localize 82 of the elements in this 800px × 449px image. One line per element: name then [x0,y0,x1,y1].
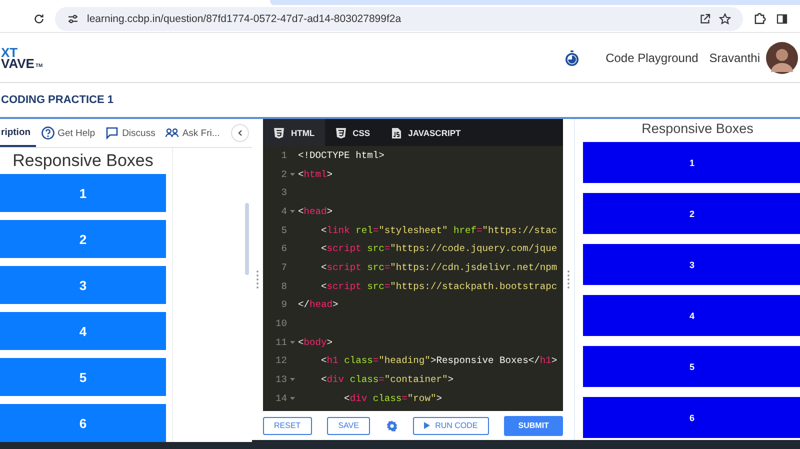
code-line: <link rel="stylesheet" href="https://stac [320,224,558,236]
drag-handle-icon[interactable] [567,270,570,290]
stopwatch-icon[interactable] [564,50,580,66]
code-line: <h1 class="heading">Responsive Boxes</h1> [320,355,558,366]
chevron-left-icon [236,129,244,137]
preview-heading: Responsive Boxes [12,150,154,172]
avatar[interactable] [766,42,798,74]
fold-icon[interactable] [290,377,295,382]
help-icon [40,126,55,140]
panel-tab[interactable]: Discuss [100,119,160,147]
line-number: 6 [280,243,287,254]
submit-button[interactable]: SUBMIT [504,416,563,436]
preview-box: 5 [0,358,166,396]
line-number: 10 [274,318,287,330]
preview-box: 3 [0,266,166,304]
fold-icon[interactable] [290,340,295,345]
editor-tab[interactable]: CSS [324,119,380,146]
editor-tab[interactable]: HTML [263,119,325,146]
line-number: 5 [280,224,287,236]
toolbar-button[interactable]: RESET [263,416,312,434]
js-file-icon [390,126,402,138]
line-number: 4 [280,206,287,217]
output-heading: Responsive Boxes [640,120,754,138]
url-text: learning.ccbp.in/question/87fd1774-0572-47d7-ad14-803027899f2a [87,12,402,24]
fold-icon[interactable] [290,208,295,214]
open-external-icon[interactable] [699,12,711,24]
preview-box: 2 [0,220,166,258]
line-number: 7 [280,262,287,273]
line-number: 9 [280,299,287,310]
output-box: 2 [583,193,800,234]
line-number: 11 [274,336,287,348]
run-code-button[interactable]: RUN CODE [413,416,489,434]
code-line: <div class="container"> [320,374,454,386]
line-number: 3 [280,187,287,198]
puzzle-icon[interactable] [753,12,766,25]
line-number: 13 [274,374,287,386]
address-bar[interactable]: learning.ccbp.in/question/87fd1774-0572-47d7-ad14-803027899f2a [55,6,743,30]
code-line: <head> [298,206,333,217]
line-number: 2 [280,168,287,180]
output-box: 4 [583,295,800,336]
code-line: <script src="https://stackpath.bootstrapc [320,280,558,292]
fold-icon[interactable] [290,396,295,401]
scrollbar-thumb[interactable] [245,203,249,275]
panel-tab[interactable]: Ask Fri... [160,119,225,147]
star-icon[interactable] [719,12,731,24]
code-line: <script src="https://code.jquery.com/jque [320,243,558,254]
code-line: <div class="row"> [343,392,442,404]
line-number: 14 [274,392,287,404]
collapse-button[interactable] [231,124,249,142]
code-line: </head> [298,299,338,310]
page-title: CODING PRACTICE 1 [1,94,114,106]
drag-handle-icon[interactable] [256,270,259,290]
line-number: 12 [274,355,287,366]
output-box: 6 [583,397,800,438]
site-settings-icon[interactable] [67,12,79,24]
code-line: <script src="https://cdn.jsdelivr.net/npm [320,262,558,273]
line-number: 8 [280,280,287,292]
settings-icon[interactable] [386,420,398,432]
people-icon [165,126,180,140]
reload-icon[interactable] [33,12,45,24]
user-name[interactable]: Sravanthi [709,50,760,64]
code-line: <html> [298,168,333,180]
editor-tab[interactable]: JAVASCRIPT [380,119,471,146]
code-playground-link[interactable]: Code Playground [606,50,698,64]
html-file-icon [273,126,285,138]
css-file-icon [334,126,347,138]
output-box: 5 [583,346,800,387]
code-line: <!DOCTYPE html> [298,150,384,161]
code-editor[interactable] [263,146,563,411]
output-box: 1 [583,142,800,183]
output-box: 3 [583,244,800,285]
toolbar-button[interactable]: SAVE [327,416,370,434]
chat-icon [105,126,120,140]
panel-tab[interactable]: Get Help [36,119,100,147]
preview-box: 1 [0,174,166,212]
play-icon [424,422,430,429]
line-number: 1 [280,150,287,161]
code-line: <body> [298,336,333,348]
fold-icon[interactable] [290,172,295,177]
preview-box: 6 [0,404,166,442]
preview-box: 4 [0,312,166,350]
sidebar-icon[interactable] [776,12,788,24]
